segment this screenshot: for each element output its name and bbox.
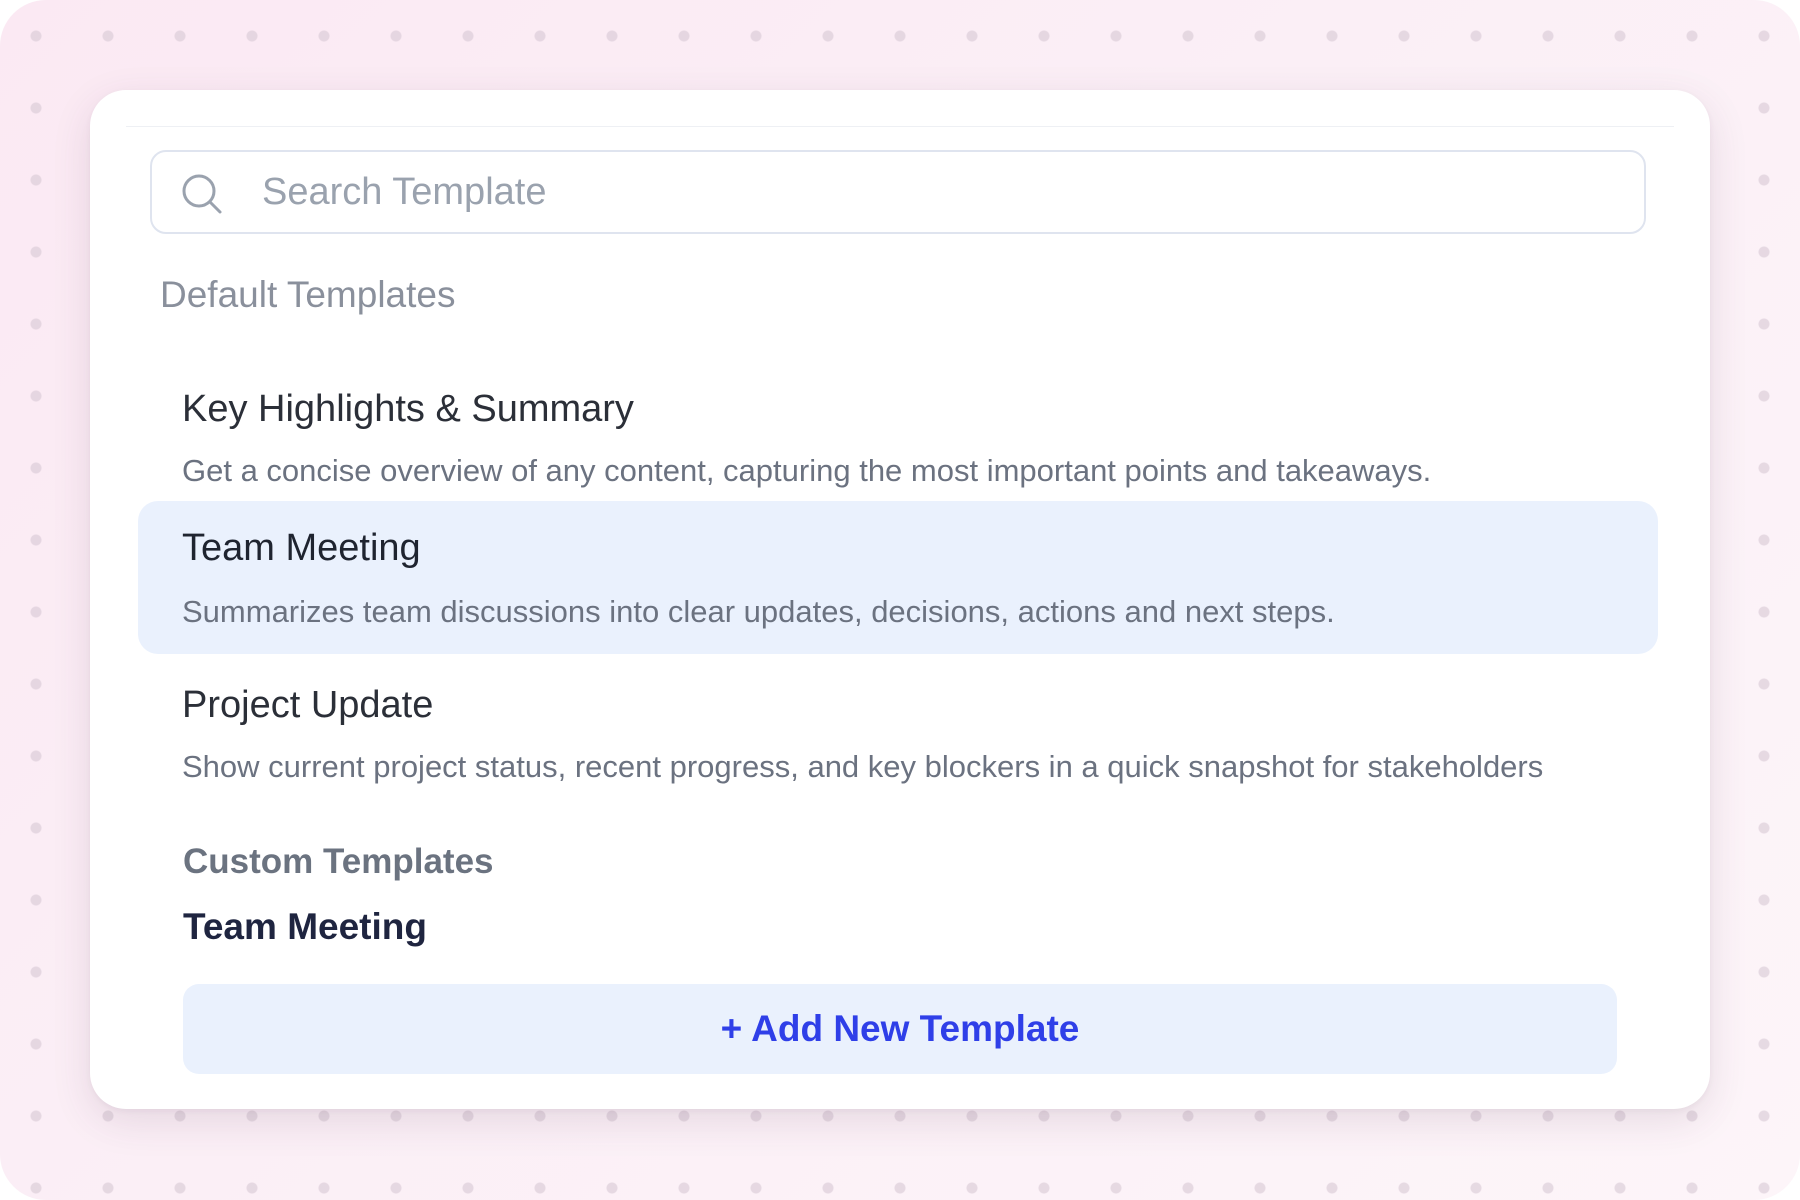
panel-divider [126,126,1674,127]
template-title: Team Meeting [182,527,421,569]
search-box[interactable] [150,150,1646,234]
template-description: Show current project status, recent prog… [182,749,1544,784]
default-templates-heading: Default Templates [160,274,456,315]
template-description: Get a concise overview of any content, c… [182,453,1432,488]
template-picker-panel: Default Templates Key Highlights & Summa… [90,90,1710,1109]
template-item-project-update[interactable]: Project Update Show current project stat… [138,668,1658,818]
template-title: Key Highlights & Summary [182,388,634,430]
add-new-template-button[interactable]: + Add New Template [183,984,1617,1074]
template-title: Project Update [182,684,434,726]
page-background: Default Templates Key Highlights & Summa… [0,0,1800,1200]
custom-templates-heading: Custom Templates [183,842,494,881]
template-item-team-meeting[interactable]: Team Meeting Summarizes team discussions… [138,501,1658,654]
search-icon [180,172,224,216]
template-item-key-highlights[interactable]: Key Highlights & Summary Get a concise o… [138,372,1658,506]
template-description: Summarizes team discussions into clear u… [182,594,1335,629]
search-input[interactable] [262,152,1620,232]
custom-template-item-team-meeting[interactable]: Team Meeting [183,906,427,948]
